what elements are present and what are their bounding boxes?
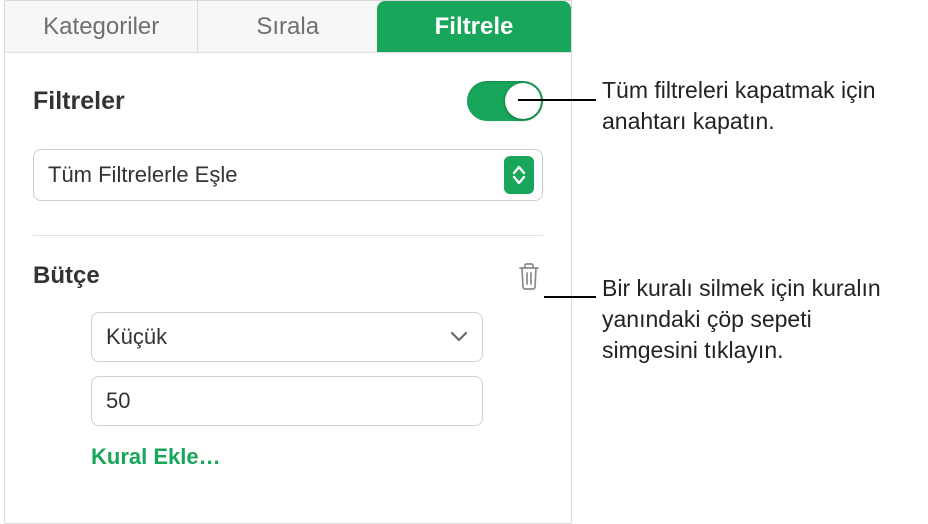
tab-categories[interactable]: Kategoriler	[5, 1, 198, 52]
toggle-knob	[505, 83, 541, 119]
callout-leader	[518, 99, 596, 101]
match-mode-select[interactable]: Tüm Filtrelerle Eşle	[33, 149, 543, 201]
filters-toggle[interactable]	[467, 81, 543, 121]
delete-rule-button[interactable]	[515, 260, 543, 292]
tab-sort[interactable]: Sırala	[198, 1, 377, 52]
rule-header: Bütçe	[33, 260, 543, 292]
callout-leader	[544, 296, 596, 298]
divider	[33, 235, 543, 236]
filter-panel: Kategoriler Sırala Filtrele Filtreler Tü…	[4, 0, 572, 524]
rule-operator-select[interactable]: Küçük	[91, 312, 483, 362]
add-rule-button[interactable]: Kural Ekle…	[91, 444, 483, 470]
trash-icon	[517, 262, 541, 290]
up-down-stepper-icon	[504, 156, 534, 194]
filters-title: Filtreler	[33, 87, 125, 116]
rule-value-input[interactable]	[91, 376, 483, 426]
chevron-down-icon	[450, 331, 468, 343]
rule-body: Küçük Kural Ekle…	[33, 312, 543, 470]
rule-column-name: Bütçe	[33, 262, 100, 290]
callout-trash: Bir kuralı silmek için kuralın yanındaki…	[602, 273, 912, 366]
tab-filter[interactable]: Filtrele	[377, 1, 571, 52]
panel-body: Filtreler Tüm Filtrelerle Eşle Bütçe	[5, 53, 571, 470]
tab-bar: Kategoriler Sırala Filtrele	[5, 1, 571, 53]
match-mode-label: Tüm Filtrelerle Eşle	[48, 162, 237, 188]
rule-operator-label: Küçük	[106, 324, 167, 350]
callout-switch: Tüm filtreleri kapatmak için anahtarı ka…	[602, 75, 912, 137]
filters-header: Filtreler	[33, 81, 543, 121]
